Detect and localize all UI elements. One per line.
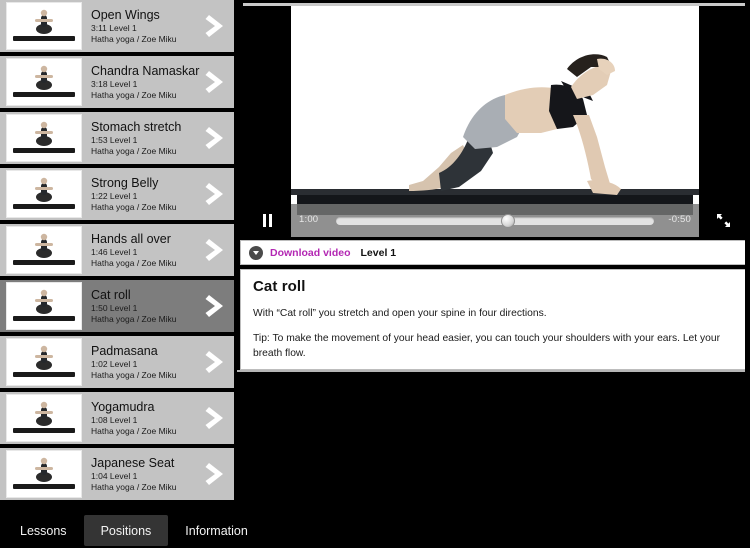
list-item-style: Hatha yoga / Zoe Miku xyxy=(91,481,177,492)
positions-sidebar[interactable]: Open Wings 3:11 Level 1 Hatha yoga / Zoe M… xyxy=(0,0,234,513)
list-item-text: Open Wings 3:11 Level 1 Hatha yoga / Zoe M… xyxy=(91,8,200,45)
list-item-title: Hands all over xyxy=(91,231,171,246)
download-bar[interactable]: Download video Level 1 xyxy=(240,240,747,265)
right-gutter xyxy=(745,0,750,513)
list-item-title: Stomach stretch xyxy=(91,119,182,134)
description-paragraph-1: With “Cat roll” you stretch and open you… xyxy=(253,308,547,319)
position-thumbnail xyxy=(6,114,82,162)
video-controls[interactable]: 1:00 -0:50 xyxy=(243,204,747,237)
position-thumbnail xyxy=(6,2,82,50)
list-item-style: Hatha yoga / Zoe Miku xyxy=(91,425,177,436)
list-item-style: Hatha yoga / Zoe Miku xyxy=(91,33,177,44)
list-item-style: Hatha yoga / Zoe Miku xyxy=(91,313,177,324)
elapsed-time: 1:00 xyxy=(299,214,319,225)
position-thumbnail xyxy=(6,338,82,386)
chevron-right-icon[interactable] xyxy=(200,278,234,334)
bottom-tab-bar[interactable]: Lessons Positions Information xyxy=(0,513,750,548)
pause-icon[interactable] xyxy=(243,204,291,237)
position-thumbnail xyxy=(6,394,82,442)
scrubber-knob[interactable] xyxy=(500,214,515,228)
tab-positions[interactable]: Positions xyxy=(83,515,169,546)
list-item[interactable]: Padmasana 1:02 Level 1 Hatha yoga / Zoe Mi… xyxy=(0,336,234,392)
description-paragraph-2: Tip: To make the movement of your head e… xyxy=(253,333,721,359)
video-scrubber[interactable] xyxy=(336,214,654,228)
page-title: Cat roll xyxy=(253,278,306,295)
list-item-duration-level: 1:04 Level 1 xyxy=(91,470,138,481)
detail-panel: 1:00 -0:50 Download video Level 1 Cat ro… xyxy=(237,0,750,513)
fullscreen-icon[interactable] xyxy=(699,204,747,237)
list-item-duration-level: 1:02 Level 1 xyxy=(91,358,138,369)
list-item-duration-level: 1:50 Level 1 xyxy=(91,302,138,313)
position-thumbnail xyxy=(6,226,82,274)
list-item-duration-level: 1:46 Level 1 xyxy=(91,246,138,257)
list-item-text: Cat roll 1:50 Level 1 Hatha yoga / Zoe Mik… xyxy=(91,288,200,325)
chevron-right-icon[interactable] xyxy=(200,0,234,54)
list-item-style: Hatha yoga / Zoe Miku xyxy=(91,89,177,100)
list-item[interactable]: Open Wings 3:11 Level 1 Hatha yoga / Zoe M… xyxy=(0,0,234,56)
list-item-title: Padmasana xyxy=(91,343,158,358)
list-item[interactable]: Strong Belly 1:22 Level 1 Hatha yoga / Zoe… xyxy=(0,168,234,224)
list-item-text: Japanese Seat 1:04 Level 1 Hatha yoga / Zo… xyxy=(91,456,200,493)
list-item-text: Stomach stretch 1:53 Level 1 Hatha yoga / … xyxy=(91,120,200,157)
list-item[interactable]: Hands all over 1:46 Level 1 Hatha yoga / Z… xyxy=(0,224,234,280)
list-item-text: Hands all over 1:46 Level 1 Hatha yoga / Z… xyxy=(91,232,200,269)
list-item-style: Hatha yoga / Zoe Miku xyxy=(91,369,177,380)
list-item-duration-level: 1:08 Level 1 xyxy=(91,414,138,425)
positions-scroll-container[interactable]: Open Wings 3:11 Level 1 Hatha yoga / Zoe M… xyxy=(0,0,234,504)
yoga-pose-figure xyxy=(409,54,621,195)
list-item[interactable]: Japanese Seat 1:04 Level 1 Hatha yoga / Zo… xyxy=(0,448,234,504)
list-item-style: Hatha yoga / Zoe Miku xyxy=(91,257,177,268)
download-circle-icon[interactable] xyxy=(249,245,263,260)
chevron-right-icon[interactable] xyxy=(200,166,234,222)
tab-lessons[interactable]: Lessons xyxy=(3,515,84,546)
position-thumbnail xyxy=(6,282,82,330)
list-item-duration-level: 3:11 Level 1 xyxy=(91,22,137,33)
list-item-text: Padmasana 1:02 Level 1 Hatha yoga / Zoe Mi… xyxy=(91,344,200,381)
list-item-duration-level: 1:53 Level 1 xyxy=(91,134,138,145)
list-item-style: Hatha yoga / Zoe Miku xyxy=(91,201,177,212)
app-root: Open Wings 3:11 Level 1 Hatha yoga / Zoe M… xyxy=(0,0,750,548)
tab-information[interactable]: Information xyxy=(168,515,265,546)
list-item-title: Cat roll xyxy=(91,287,131,302)
chevron-right-icon[interactable] xyxy=(200,222,234,278)
list-item[interactable]: Yogamudra 1:08 Level 1 Hatha yoga / Zoe Mi… xyxy=(0,392,234,448)
position-thumbnail xyxy=(6,450,82,498)
list-item-duration-level: 1:22 Level 1 xyxy=(91,190,138,201)
chevron-right-icon[interactable] xyxy=(200,334,234,390)
list-item-title: Japanese Seat xyxy=(91,455,175,470)
video-image xyxy=(291,6,699,237)
list-item-text: Strong Belly 1:22 Level 1 Hatha yoga / Zoe… xyxy=(91,176,200,213)
download-video-link[interactable]: Download video xyxy=(270,247,351,259)
chevron-right-icon[interactable] xyxy=(200,110,234,166)
list-item[interactable]: Cat roll 1:50 Level 1 Hatha yoga / Zoe Mik… xyxy=(0,280,234,336)
list-item-text: Yogamudra 1:08 Level 1 Hatha yoga / Zoe Mi… xyxy=(91,400,200,437)
list-item-title: Chandra Namaskar xyxy=(91,63,200,78)
list-item[interactable]: Chandra Namaskar 3:18 Level 1 Hatha yoga /… xyxy=(0,56,234,112)
description-card: Cat roll With “Cat roll” you stretch and… xyxy=(240,269,747,370)
chevron-right-icon[interactable] xyxy=(200,446,234,502)
panel-divider xyxy=(237,370,750,372)
list-item-title: Strong Belly xyxy=(91,175,159,190)
list-item-title: Yogamudra xyxy=(91,399,155,414)
list-item-text: Chandra Namaskar 3:18 Level 1 Hatha yoga /… xyxy=(91,64,200,101)
position-thumbnail xyxy=(6,170,82,218)
level-badge: Level 1 xyxy=(360,246,397,259)
chevron-right-icon[interactable] xyxy=(200,390,234,446)
list-item-title: Open Wings xyxy=(91,7,160,22)
video-frame[interactable]: 1:00 -0:50 xyxy=(243,6,747,237)
remaining-time: -0:50 xyxy=(668,214,691,225)
video-player[interactable]: 1:00 -0:50 xyxy=(243,3,747,237)
position-thumbnail xyxy=(6,58,82,106)
list-item-duration-level: 3:18 Level 1 xyxy=(91,78,138,89)
list-item-style: Hatha yoga / Zoe Miku xyxy=(91,145,177,156)
list-item[interactable]: Stomach stretch 1:53 Level 1 Hatha yoga / … xyxy=(0,112,234,168)
chevron-right-icon[interactable] xyxy=(200,54,234,110)
